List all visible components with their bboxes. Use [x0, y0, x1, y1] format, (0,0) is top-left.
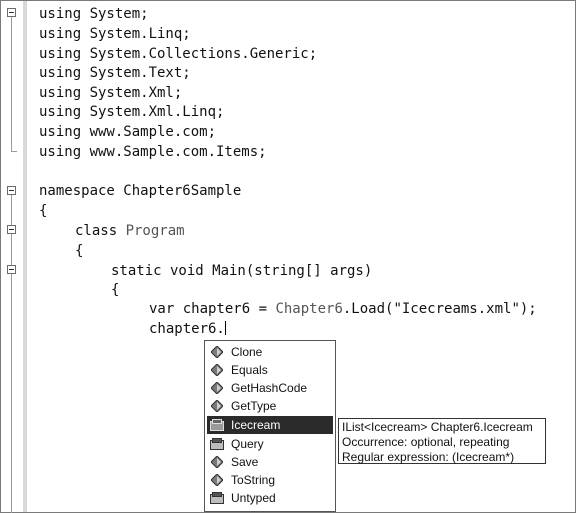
- completion-item-label: Clone: [231, 345, 263, 359]
- tooltip-signature: IList<Icecream> Chapter6.Icecream: [342, 420, 533, 434]
- code-line-typing[interactable]: chapter6.: [149, 319, 226, 339]
- fold-guide-line: [11, 195, 12, 513]
- code-line: using System.Linq;: [39, 26, 191, 42]
- class-name: Program: [125, 223, 185, 239]
- code-line-class: class Program: [75, 221, 185, 241]
- code-line-brace: {: [111, 282, 120, 298]
- collapse-namespace-icon[interactable]: [7, 186, 16, 195]
- class-keyword: class: [75, 223, 126, 239]
- completion-item-label: Icecream: [231, 418, 281, 432]
- completion-item-gethashcode[interactable]: GetHashCode: [207, 379, 333, 397]
- load-type: Chapter6: [275, 301, 343, 317]
- code-line-brace: {: [75, 243, 84, 259]
- editor-margin-strip: [23, 1, 27, 512]
- code-line: using System.Collections.Generic;: [39, 46, 318, 62]
- completion-item-label: Save: [231, 455, 259, 469]
- completion-item-gettype[interactable]: GetType: [207, 397, 333, 415]
- completion-item-label: Untyped: [231, 491, 276, 505]
- code-line: using System;: [39, 6, 149, 22]
- tooltip-regex: Regular expression: (Icecream*): [342, 450, 515, 464]
- method-icon: [207, 454, 227, 470]
- code-line-namespace: namespace Chapter6Sample: [39, 183, 242, 199]
- code-line-main: static void Main(string[] args): [111, 263, 373, 279]
- completion-item-label: ToString: [231, 473, 276, 487]
- fold-guide-end: [11, 151, 17, 152]
- completion-item-equals[interactable]: Equals: [207, 361, 333, 379]
- code-line: using System.Text;: [39, 65, 191, 81]
- completion-item-query[interactable]: Query: [207, 435, 333, 453]
- collapse-method-icon[interactable]: [7, 265, 16, 274]
- fold-guide-line: [11, 17, 12, 151]
- property-icon: [207, 490, 227, 506]
- property-icon: [207, 436, 227, 452]
- method-icon: [207, 362, 227, 378]
- completion-item-clone[interactable]: Clone: [207, 343, 333, 361]
- code-line: using www.Sample.com;: [39, 124, 217, 140]
- method-icon: [207, 380, 227, 396]
- text-caret: [224, 321, 226, 335]
- completion-item-label: GetType: [231, 399, 277, 413]
- completion-item-label: Query: [231, 437, 264, 451]
- completion-list[interactable]: Clone Equals GetHashCode GetType Icecrea…: [204, 340, 336, 512]
- code-line: using System.Xml;: [39, 85, 183, 101]
- completion-item-icecream[interactable]: Icecream: [207, 416, 333, 434]
- completion-item-save[interactable]: Save: [207, 453, 333, 471]
- load-suffix: .Load("Icecreams.xml");: [342, 301, 537, 317]
- tooltip-occurrence: Occurrence: optional, repeating: [342, 435, 510, 449]
- code-line: using www.Sample.com.Items;: [39, 144, 267, 160]
- property-icon: [207, 417, 227, 433]
- collapse-class-icon[interactable]: [7, 225, 16, 234]
- collapse-usings-icon[interactable]: [7, 8, 16, 17]
- code-line: using System.Xml.Linq;: [39, 104, 225, 120]
- completion-item-label: Equals: [231, 363, 268, 377]
- code-line-brace: {: [39, 203, 48, 219]
- code-line-load: var chapter6 = Chapter6.Load("Icecreams.…: [149, 299, 537, 319]
- method-icon: [207, 398, 227, 414]
- completion-item-label: GetHashCode: [231, 381, 308, 395]
- completion-item-tostring[interactable]: ToString: [207, 471, 333, 489]
- load-prefix: var chapter6 =: [149, 301, 276, 317]
- completion-item-untyped[interactable]: Untyped: [207, 489, 333, 507]
- method-icon: [207, 472, 227, 488]
- method-icon: [207, 344, 227, 360]
- quick-info-tooltip: IList<Icecream> Chapter6.Icecream Occurr…: [338, 418, 546, 464]
- typing-text: chapter6.: [149, 321, 225, 337]
